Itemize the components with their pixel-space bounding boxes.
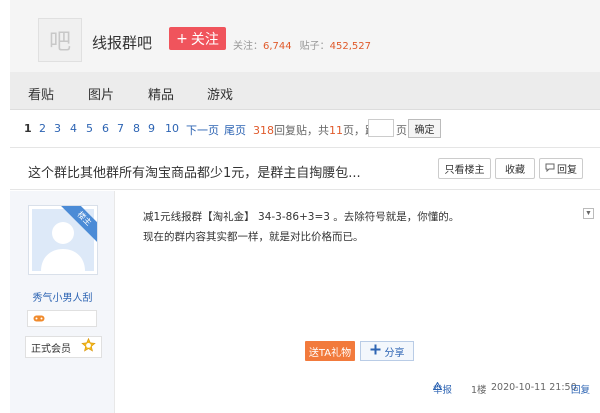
share-button[interactable]: 分享 — [360, 341, 414, 361]
posts-count: 452,527 — [329, 41, 371, 52]
post-content: 减1元线报群【淘礼金】 34-3-86+3=3 。去除符号就是，你懂的。 现在的… — [115, 191, 600, 413]
posts-label: 贴子： — [299, 41, 330, 52]
reply-count: 318 — [253, 124, 274, 137]
last-page-link[interactable]: 尾页 — [224, 122, 246, 138]
page-link-9[interactable]: 9 — [148, 122, 155, 135]
post-floor-1: 楼主 秀气小男人刮 正式会员 减1元线报群【淘礼金】 34-3-86+3=3 。… — [10, 191, 600, 413]
post-datetime: 2020-10-11 21:50 — [491, 382, 577, 393]
jump-page-input[interactable] — [368, 119, 394, 137]
reply-summary: 318回复贴，共11页，跳到 — [253, 122, 387, 138]
forum-logo-char: 吧 — [48, 30, 71, 55]
forum-logo[interactable]: 吧 — [38, 18, 82, 62]
page-link-8[interactable]: 8 — [133, 122, 140, 135]
page-link-7[interactable]: 7 — [117, 122, 124, 135]
member-level-icon — [81, 337, 96, 356]
forum-stats: 关注：6,744 贴子：452,527 — [233, 37, 371, 52]
member-label: 正式会员 — [31, 343, 71, 355]
page-link-10[interactable]: 10 — [165, 122, 179, 135]
gamepad-icon — [33, 312, 45, 326]
page-link-4[interactable]: 4 — [70, 122, 77, 135]
post-footer: 举报 1楼 2020-10-11 21:50 回复 — [115, 381, 600, 398]
send-gift-button[interactable]: 送TA礼物 — [305, 341, 355, 361]
author-panel: 楼主 秀气小男人刮 正式会员 — [10, 191, 115, 413]
tab-images[interactable]: 图片 — [88, 84, 114, 103]
share-plus-icon — [370, 344, 381, 358]
thread-title: 这个群比其他群所有淘宝商品都少1元，是群主自掏腰包... — [28, 166, 361, 181]
plus-icon: + — [176, 30, 188, 47]
author-name[interactable]: 秀气小男人刮 — [10, 289, 115, 304]
post-text-line-2: 现在的群内容其实都一样，就是对比价格而已。 — [143, 231, 364, 243]
speech-bubble-icon — [545, 163, 555, 175]
share-label: 分享 — [384, 347, 405, 359]
chevron-down-icon: ▼ — [585, 210, 592, 217]
page-unit: 页 — [396, 124, 407, 137]
page-link-6[interactable]: 6 — [102, 122, 109, 135]
page-link-1: 1 — [24, 122, 32, 135]
only-op-button[interactable]: 只看楼主 — [438, 158, 491, 179]
reply-thread-label: 回复 — [557, 165, 577, 176]
reply-suffix: 回复贴，共 — [274, 124, 329, 137]
page: 吧 线报群吧 + 关注 关注：6,744 贴子：452,527 看贴 图片 精品 … — [10, 0, 600, 413]
confirm-jump-button[interactable]: 确定 — [408, 119, 441, 138]
forum-header: 吧 线报群吧 + 关注 关注：6,744 贴子：452,527 — [10, 0, 600, 72]
tab-view-posts[interactable]: 看贴 — [28, 84, 54, 103]
tab-featured[interactable]: 精品 — [148, 84, 174, 103]
report-label: 举报 — [433, 385, 453, 396]
reply-thread-button[interactable]: 回复 — [539, 158, 583, 179]
tab-games[interactable]: 游戏 — [207, 84, 233, 103]
followers-count: 6,744 — [263, 41, 292, 52]
page-link-3[interactable]: 3 — [54, 122, 61, 135]
pager: 1 2 3 4 5 6 7 8 9 10 下一页 尾页 318回复贴，共11页，… — [10, 110, 600, 146]
forum-name[interactable]: 线报群吧 — [92, 32, 152, 53]
follow-button[interactable]: + 关注 — [169, 27, 226, 50]
followers-label: 关注： — [233, 41, 263, 52]
next-page-link[interactable]: 下一页 — [186, 122, 219, 138]
page-link-5[interactable]: 5 — [86, 122, 93, 135]
thread-title-bar: 这个群比其他群所有淘宝商品都少1元，是群主自掏腰包... 只看楼主 收藏 回复 — [10, 147, 600, 190]
post-text-line-1: 减1元线报群【淘礼金】 34-3-86+3=3 。去除符号就是，你懂的。 — [143, 211, 460, 223]
page-total: 11 — [329, 124, 343, 137]
member-badge: 正式会员 — [25, 336, 102, 358]
follow-button-label: 关注 — [190, 31, 219, 48]
level-badge — [27, 310, 97, 327]
reply-post-link[interactable]: 回复 — [571, 382, 590, 396]
page-link-2[interactable]: 2 — [39, 122, 46, 135]
avatar-frame[interactable]: 楼主 — [28, 205, 98, 275]
favorite-button[interactable]: 收藏 — [495, 158, 535, 179]
forum-nav: 看贴 图片 精品 游戏 — [10, 72, 600, 110]
post-menu-dropdown[interactable]: ▼ — [583, 208, 594, 219]
floor-number: 1楼 — [471, 385, 487, 396]
